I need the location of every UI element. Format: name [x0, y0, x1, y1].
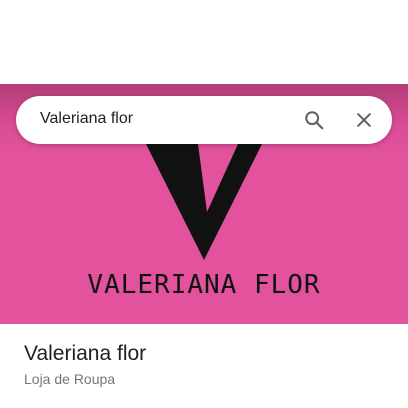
- place-info[interactable]: Valeriana flor Loja de Roupa: [24, 342, 146, 387]
- search-input[interactable]: Valeriana flor: [40, 110, 133, 128]
- place-name: Valeriana flor: [24, 342, 147, 365]
- search-bar[interactable]: Valeriana flor: [16, 96, 392, 144]
- place-category: Loja de Roupa: [24, 371, 116, 387]
- close-button[interactable]: [350, 106, 378, 134]
- search-button[interactable]: [300, 106, 328, 134]
- search-icon: [305, 111, 324, 130]
- brand-text: VALERIANA FLOR: [87, 270, 321, 300]
- close-icon: [357, 113, 371, 127]
- top-blank-area: [0, 0, 408, 84]
